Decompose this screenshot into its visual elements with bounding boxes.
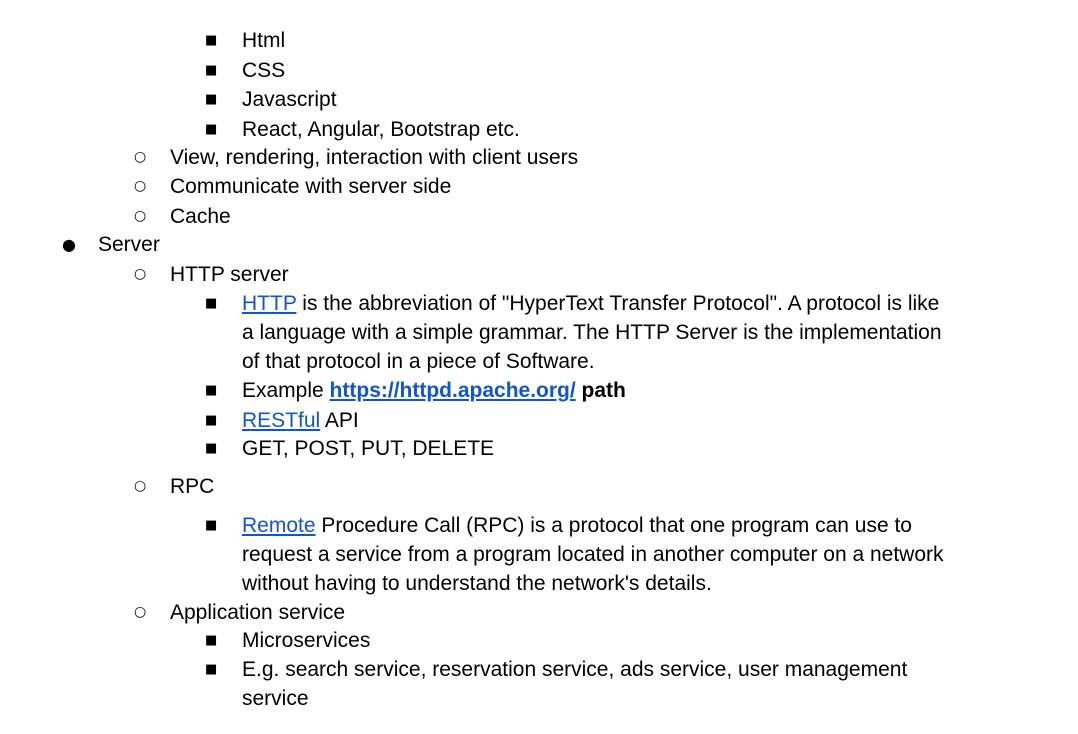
list-item-rpc: RPC [170,475,215,498]
list-item-restful: RESTful API [242,406,359,435]
restful-link[interactable]: RESTful [242,409,320,432]
circle-bullet-icon: ○ [134,208,147,224]
list-item-application-service: Application service [170,601,346,624]
square-bullet-icon: ■ [205,633,218,648]
square-bullet-icon: ■ [205,33,218,48]
list-item-example: Example https://httpd.apache.org/ path [242,376,626,405]
circle-bullet-icon: ○ [134,178,147,194]
rpc-description-text: Procedure Call (RPC) is a protocol that … [242,514,944,595]
list-item-rpc-description: Remote Procedure Call (RPC) is a protoco… [242,511,954,598]
list-item-server: Server [98,233,160,256]
list-item-eg-services: E.g. search service, reservation service… [242,658,908,710]
document-page: ■ Html ■ CSS ■ Javascript ■ React, Angul… [0,0,1078,734]
list-item-communicate: Communicate with server side [170,175,452,198]
square-bullet-icon: ■ [205,63,218,78]
square-bullet-icon: ■ [205,122,218,137]
list-item-javascript: Javascript [242,88,337,111]
example-suffix: path [575,379,626,402]
list-item-html: Html [242,29,286,52]
circle-bullet-icon: ○ [134,604,147,620]
apache-link[interactable]: https://httpd.apache.org/ [330,379,576,402]
square-bullet-icon: ■ [205,413,218,428]
square-bullet-icon: ■ [205,383,218,398]
remote-link[interactable]: Remote [242,514,316,537]
square-bullet-icon: ■ [205,296,218,311]
example-label: Example [242,379,330,402]
circle-bullet-icon: ○ [134,478,147,494]
list-item-view: View, rendering, interaction with client… [170,146,579,169]
http-description-text: is the abbreviation of "HyperText Transf… [242,292,942,373]
square-bullet-icon: ■ [205,662,218,677]
http-link[interactable]: HTTP [242,292,296,315]
list-item-frameworks: React, Angular, Bootstrap etc. [242,118,520,141]
square-bullet-icon: ■ [205,518,218,533]
restful-suffix: API [320,409,359,432]
disc-bullet-icon: ● [62,235,76,254]
list-item-microservices: Microservices [242,629,371,652]
list-item-http-server: HTTP server [170,263,289,286]
list-item-methods: GET, POST, PUT, DELETE [242,437,495,460]
circle-bullet-icon: ○ [134,149,147,165]
list-item-http-description: HTTP is the abbreviation of "HyperText T… [242,289,954,376]
list-item-css: CSS [242,59,286,82]
list-item-cache: Cache [170,205,231,228]
circle-bullet-icon: ○ [134,266,147,282]
square-bullet-icon: ■ [205,441,218,456]
square-bullet-icon: ■ [205,92,218,107]
